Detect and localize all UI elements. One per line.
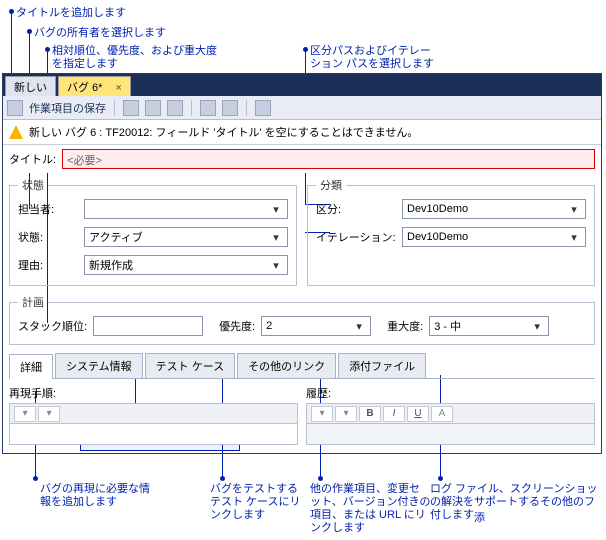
callout-links-4: ンクします [310, 519, 365, 535]
callout-owner: バグの所有者を選択します [34, 24, 166, 40]
rte-combo[interactable]: ▾ [38, 406, 60, 422]
plan-legend: 計画 [18, 294, 48, 310]
repro-toolbar: ▾ ▾ [9, 403, 298, 423]
tab-bug6-label: バグ 6* [67, 82, 102, 94]
save-button[interactable]: 作業項目の保存 [29, 100, 106, 116]
reason-label: 理由: [18, 257, 78, 273]
work-item-window: 新しい バグ 6* × 作業項目の保存 新しい バグ 6 : TF20012: … [2, 73, 602, 454]
assignee-combo[interactable]: ▾ [84, 199, 288, 219]
history-toolbar: ▾ ▾ B I U A [306, 403, 595, 423]
chevron-down-icon: ▾ [530, 320, 544, 333]
classification-group: 分類 区分: Dev10Demo ▾ イテレーション: Dev10Demo ▾ [307, 177, 595, 286]
callout-title: タイトルを追加します [16, 4, 126, 20]
toolbar-separator [191, 100, 192, 116]
status-group: 状態 担当者: ▾ 状態: アクティブ ▾ 理由: 新規作成 ▾ [9, 177, 297, 286]
state-label: 状態: [18, 229, 78, 245]
chevron-down-icon: ▾ [567, 231, 581, 244]
close-icon[interactable]: × [116, 82, 122, 94]
history-panel: 履歴: ▾ ▾ B I U A [306, 385, 595, 445]
area-label: 区分: [316, 201, 396, 217]
tab-bug6[interactable]: バグ 6* × [58, 76, 131, 96]
tab-test-cases[interactable]: テスト ケース [145, 353, 236, 378]
state-combo[interactable]: アクティブ ▾ [84, 227, 288, 247]
callout-attach-3: 付します [430, 506, 474, 522]
tab-other-links[interactable]: その他のリンク [237, 353, 336, 378]
area-combo[interactable]: Dev10Demo ▾ [402, 199, 586, 219]
toolbar-separator [246, 100, 247, 116]
details-tabs: 詳細 システム情報 テスト ケース その他のリンク 添付ファイル [9, 353, 595, 379]
iteration-value: Dev10Demo [407, 231, 468, 243]
rte-combo[interactable]: ▾ [335, 406, 357, 422]
priority-label: 優先度: [219, 318, 255, 334]
priority-value: 2 [266, 320, 272, 332]
chevron-down-icon: ▾ [269, 231, 283, 244]
rank-input[interactable] [93, 316, 203, 336]
toolbar-separator [114, 100, 115, 116]
toolbar-icon[interactable] [167, 100, 183, 116]
font-color-icon[interactable]: A [431, 406, 453, 422]
state-value: アクティブ [89, 229, 143, 245]
iteration-label: イテレーション: [316, 229, 396, 245]
rank-label: スタック順位: [18, 318, 87, 334]
tab-details[interactable]: 詳細 [9, 354, 53, 379]
repro-editor[interactable] [9, 423, 298, 445]
toolbar-icon[interactable] [255, 100, 271, 116]
callout-testcase-3: ンクします [210, 506, 265, 522]
chevron-down-icon: ▾ [269, 259, 283, 272]
history-editor[interactable] [306, 423, 595, 445]
chevron-down-icon: ▾ [269, 203, 283, 216]
plan-group: 計画 スタック順位: 優先度: 2 ▾ 重大度: 3 - 中 ▾ [9, 294, 595, 345]
severity-combo[interactable]: 3 - 中 ▾ [429, 316, 549, 336]
bold-icon[interactable]: B [359, 406, 381, 422]
repro-panel: 再現手順: ▾ ▾ [9, 385, 298, 445]
priority-combo[interactable]: 2 ▾ [261, 316, 371, 336]
warning-icon [9, 125, 23, 139]
save-icon[interactable] [7, 100, 23, 116]
severity-label: 重大度: [387, 318, 423, 334]
chevron-down-icon: ▾ [567, 203, 581, 216]
reason-value: 新規作成 [89, 257, 133, 273]
reason-combo[interactable]: 新規作成 ▾ [84, 255, 288, 275]
history-label: 履歴: [306, 385, 595, 401]
validation-message: 新しい バグ 6 : TF20012: フィールド 'タイトル' を空にすること… [29, 124, 418, 140]
classification-legend: 分類 [316, 177, 346, 193]
callout-repro-2: 報を追加します [40, 493, 117, 509]
callout-area-2: ション パスを選択します [310, 55, 434, 71]
validation-row: 新しい バグ 6 : TF20012: フィールド 'タイトル' を空にすること… [3, 120, 601, 145]
area-value: Dev10Demo [407, 203, 468, 215]
callout-dot [318, 476, 323, 481]
toolbar-icon[interactable] [123, 100, 139, 116]
severity-value: 3 - 中 [434, 318, 461, 334]
callout-dot [220, 476, 225, 481]
window-tabbar: 新しい バグ 6* × [3, 74, 601, 96]
chevron-down-icon: ▾ [352, 320, 366, 333]
tab-attachments[interactable]: 添付ファイル [338, 353, 426, 378]
title-row: タイトル: <必要> [3, 145, 601, 173]
iteration-combo[interactable]: Dev10Demo ▾ [402, 227, 586, 247]
toolbar-icon[interactable] [145, 100, 161, 116]
title-input[interactable]: <必要> [62, 149, 595, 169]
toolbar-icon[interactable] [200, 100, 216, 116]
title-label: タイトル: [9, 151, 56, 167]
underline-icon[interactable]: U [407, 406, 429, 422]
callout-dot [438, 476, 443, 481]
toolbar: 作業項目の保存 [3, 96, 601, 120]
tab-system-info[interactable]: システム情報 [55, 353, 143, 378]
rte-combo[interactable]: ▾ [14, 406, 36, 422]
tab-new[interactable]: 新しい [5, 76, 56, 96]
repro-label: 再現手順: [9, 385, 298, 401]
rte-combo[interactable]: ▾ [311, 406, 333, 422]
tab-new-label: 新しい [14, 82, 47, 94]
toolbar-icon[interactable] [222, 100, 238, 116]
status-legend: 状態 [18, 177, 48, 193]
assignee-label: 担当者: [18, 201, 78, 217]
callout-dot [33, 476, 38, 481]
italic-icon[interactable]: I [383, 406, 405, 422]
callout-priority-2: を指定します [52, 55, 118, 71]
